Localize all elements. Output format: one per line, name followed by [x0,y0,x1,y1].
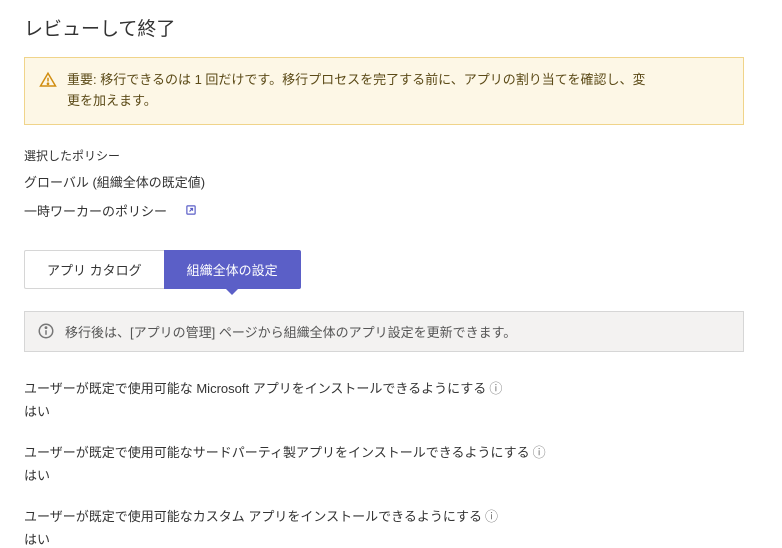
setting-label: ユーザーが既定で使用可能な Microsoft アプリをインストールできるように… [24,381,486,396]
info-bar: 移行後は、[アプリの管理] ページから組織全体のアプリ設定を更新できます。 [24,311,744,352]
tab-app-catalog[interactable]: アプリ カタログ [24,250,164,289]
external-link-icon[interactable] [185,204,197,216]
setting-custom-apps: ユーザーが既定で使用可能なカスタム アプリをインストールできるようにするⓘ はい [24,506,758,548]
selected-policies-label: 選択したポリシー [24,147,758,164]
policy-global: グローバル (組織全体の既定値) [24,172,758,191]
setting-microsoft-apps: ユーザーが既定で使用可能な Microsoft アプリをインストールできるように… [24,378,758,420]
policy-temp-worker-name: 一時ワーカーのポリシー [24,201,167,220]
tab-org-settings[interactable]: 組織全体の設定 [164,250,301,289]
setting-label: ユーザーが既定で使用可能なサードパーティ製アプリをインストールできるようにする [24,445,530,460]
info-icon [37,322,55,340]
policy-temp-worker-row: 一時ワーカーのポリシー [24,201,758,220]
info-mark-icon[interactable]: ⓘ [533,445,546,460]
info-mark-icon[interactable]: ⓘ [489,381,502,396]
setting-thirdparty-apps: ユーザーが既定で使用可能なサードパーティ製アプリをインストールできるようにするⓘ… [24,442,758,484]
setting-value: はい [24,465,758,484]
page-title: レビューして終了 [24,14,758,41]
setting-value: はい [24,529,758,548]
warning-text: 重要: 移行できるのは 1 回だけです。移行プロセスを完了する前に、アプリの割り… [67,70,647,112]
tabs: アプリ カタログ 組織全体の設定 [24,250,758,289]
info-bar-text: 移行後は、[アプリの管理] ページから組織全体のアプリ設定を更新できます。 [65,322,516,341]
setting-value: はい [24,401,758,420]
warning-banner: 重要: 移行できるのは 1 回だけです。移行プロセスを完了する前に、アプリの割り… [24,57,744,125]
warning-icon [39,71,57,89]
